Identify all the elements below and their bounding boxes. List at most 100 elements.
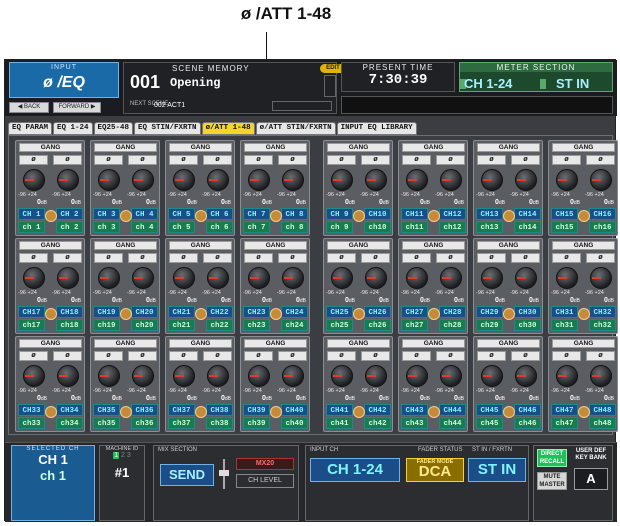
gang-button[interactable]: GANG — [19, 143, 82, 152]
phase-button[interactable]: ø — [511, 253, 540, 263]
attenuator-knob[interactable] — [556, 169, 578, 191]
phase-button[interactable]: ø — [169, 253, 198, 263]
phase-button[interactable]: ø — [169, 155, 198, 165]
attenuator-knob[interactable] — [515, 267, 537, 289]
phase-button[interactable]: ø — [53, 155, 82, 165]
tab-phase-att-1-48[interactable]: ø/ATT 1-48 — [201, 122, 255, 135]
attenuator-knob[interactable] — [98, 267, 120, 289]
gang-button[interactable]: GANG — [19, 339, 82, 348]
attenuator-knob[interactable] — [282, 169, 304, 191]
tab-eq-25-48[interactable]: EQ25-48 — [93, 122, 134, 135]
pair-link-icon[interactable] — [195, 308, 207, 320]
attenuator-knob[interactable] — [98, 365, 120, 387]
phase-button[interactable]: ø — [586, 253, 615, 263]
attenuator-knob[interactable] — [590, 169, 612, 191]
phase-button[interactable]: ø — [94, 253, 123, 263]
attenuator-knob[interactable] — [57, 267, 79, 289]
attenuator-knob[interactable] — [282, 267, 304, 289]
phase-button[interactable]: ø — [327, 253, 356, 263]
pair-link-icon[interactable] — [195, 406, 207, 418]
gang-button[interactable]: GANG — [477, 339, 540, 348]
phase-button[interactable]: ø — [203, 155, 232, 165]
pair-link-icon[interactable] — [503, 406, 515, 418]
phase-button[interactable]: ø — [477, 351, 506, 361]
phase-button[interactable]: ø — [361, 155, 390, 165]
gang-button[interactable]: GANG — [94, 241, 157, 250]
pair-link-icon[interactable] — [428, 406, 440, 418]
ch-level-button[interactable]: CH LEVEL — [236, 474, 294, 488]
key-bank-value[interactable]: A — [574, 468, 608, 490]
gang-button[interactable]: GANG — [244, 143, 307, 152]
attenuator-knob[interactable] — [515, 365, 537, 387]
attenuator-knob[interactable] — [57, 169, 79, 191]
phase-button[interactable]: ø — [511, 351, 540, 361]
pair-link-icon[interactable] — [270, 406, 282, 418]
attenuator-knob[interactable] — [248, 365, 270, 387]
attenuator-knob[interactable] — [440, 365, 462, 387]
gang-button[interactable]: GANG — [169, 143, 232, 152]
pair-link-icon[interactable] — [270, 308, 282, 320]
attenuator-knob[interactable] — [207, 267, 229, 289]
phase-button[interactable]: ø — [586, 351, 615, 361]
attenuator-knob[interactable] — [406, 365, 428, 387]
selected-channel-box[interactable]: SELECTED CH CH 1 ch 1 — [11, 445, 95, 521]
phase-button[interactable]: ø — [128, 155, 157, 165]
attenuator-knob[interactable] — [365, 169, 387, 191]
attenuator-knob[interactable] — [556, 267, 578, 289]
tab-eq-stin-fxrtn[interactable]: EQ STIN/FXRTN — [134, 122, 201, 135]
fader-mode-button[interactable]: FADER MODE DCA — [406, 458, 464, 482]
phase-button[interactable]: ø — [244, 155, 273, 165]
st-in-button[interactable]: ST IN — [468, 458, 526, 482]
phase-button[interactable]: ø — [402, 351, 431, 361]
attenuator-knob[interactable] — [132, 169, 154, 191]
forward-button[interactable]: FORWARD ▶ — [53, 102, 101, 113]
attenuator-knob[interactable] — [331, 267, 353, 289]
gang-button[interactable]: GANG — [552, 339, 615, 348]
phase-button[interactable]: ø — [94, 155, 123, 165]
gang-button[interactable]: GANG — [94, 339, 157, 348]
phase-button[interactable]: ø — [477, 253, 506, 263]
attenuator-knob[interactable] — [23, 169, 45, 191]
phase-button[interactable]: ø — [361, 351, 390, 361]
phase-button[interactable]: ø — [278, 351, 307, 361]
attenuator-knob[interactable] — [173, 267, 195, 289]
attenuator-knob[interactable] — [132, 365, 154, 387]
gang-button[interactable]: GANG — [552, 143, 615, 152]
gang-button[interactable]: GANG — [477, 241, 540, 250]
gang-button[interactable]: GANG — [402, 241, 465, 250]
attenuator-knob[interactable] — [132, 267, 154, 289]
gang-button[interactable]: GANG — [402, 143, 465, 152]
attenuator-knob[interactable] — [173, 365, 195, 387]
attenuator-knob[interactable] — [590, 267, 612, 289]
gang-button[interactable]: GANG — [402, 339, 465, 348]
attenuator-knob[interactable] — [207, 169, 229, 191]
direct-recall-button[interactable]: DIRECT RECALL — [537, 449, 567, 467]
phase-button[interactable]: ø — [552, 253, 581, 263]
phase-button[interactable]: ø — [169, 351, 198, 361]
phase-button[interactable]: ø — [436, 351, 465, 361]
phase-button[interactable]: ø — [94, 351, 123, 361]
phase-button[interactable]: ø — [552, 155, 581, 165]
phase-button[interactable]: ø — [586, 155, 615, 165]
phase-button[interactable]: ø — [244, 253, 273, 263]
attenuator-knob[interactable] — [406, 169, 428, 191]
attenuator-knob[interactable] — [23, 365, 45, 387]
attenuator-knob[interactable] — [556, 365, 578, 387]
mute-master-button[interactable]: MUTE MASTER — [537, 472, 567, 490]
attenuator-knob[interactable] — [440, 169, 462, 191]
phase-button[interactable]: ø — [327, 155, 356, 165]
pair-link-icon[interactable] — [578, 308, 590, 320]
attenuator-knob[interactable] — [331, 365, 353, 387]
pair-link-icon[interactable] — [120, 308, 132, 320]
pair-link-icon[interactable] — [503, 308, 515, 320]
gang-button[interactable]: GANG — [477, 143, 540, 152]
pair-link-icon[interactable] — [120, 406, 132, 418]
attenuator-knob[interactable] — [282, 365, 304, 387]
attenuator-knob[interactable] — [365, 267, 387, 289]
back-button[interactable]: ◀ BACK — [9, 102, 49, 113]
gang-button[interactable]: GANG — [94, 143, 157, 152]
tab-input-eq-library[interactable]: INPUT EQ LIBRARY — [336, 122, 417, 135]
attenuator-knob[interactable] — [248, 169, 270, 191]
attenuator-knob[interactable] — [440, 267, 462, 289]
attenuator-knob[interactable] — [365, 365, 387, 387]
